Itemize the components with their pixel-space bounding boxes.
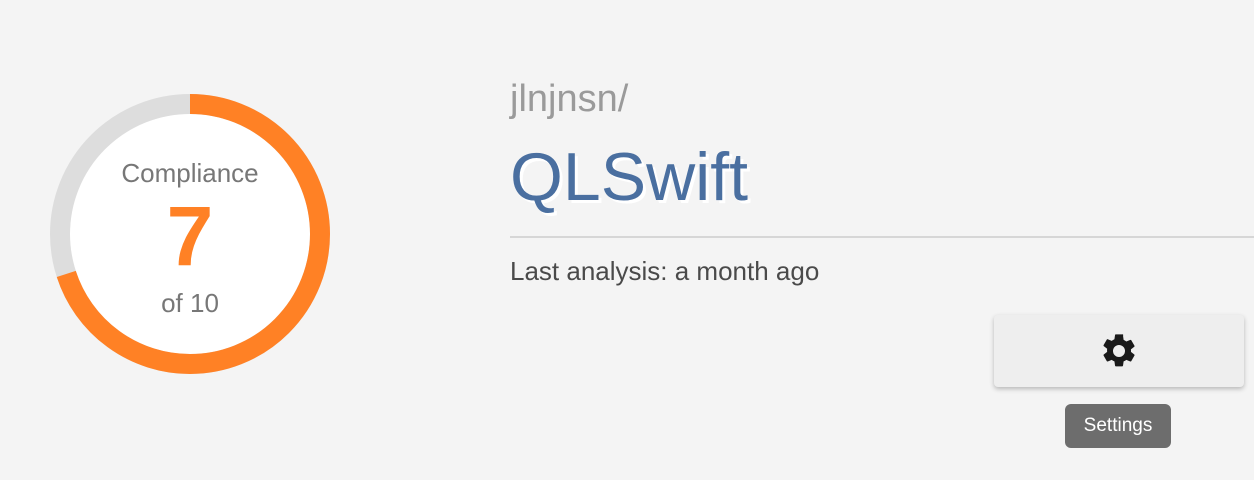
settings-tooltip: Settings [1065,404,1171,448]
repo-owner[interactable]: jlnjnsn/ [510,78,628,121]
compliance-label: Compliance [121,158,259,188]
gauge-text: Compliance 7 of 10 [50,94,330,374]
compliance-total: of 10 [161,288,219,318]
header-divider [510,236,1254,238]
last-analysis-text: Last analysis: a month ago [510,256,820,286]
settings-button[interactable] [994,315,1244,387]
gear-icon [1103,334,1135,367]
compliance-gauge: Compliance 7 of 10 [50,94,330,374]
compliance-score: 7 [166,189,214,283]
repo-name[interactable]: QLSwift [510,138,748,216]
